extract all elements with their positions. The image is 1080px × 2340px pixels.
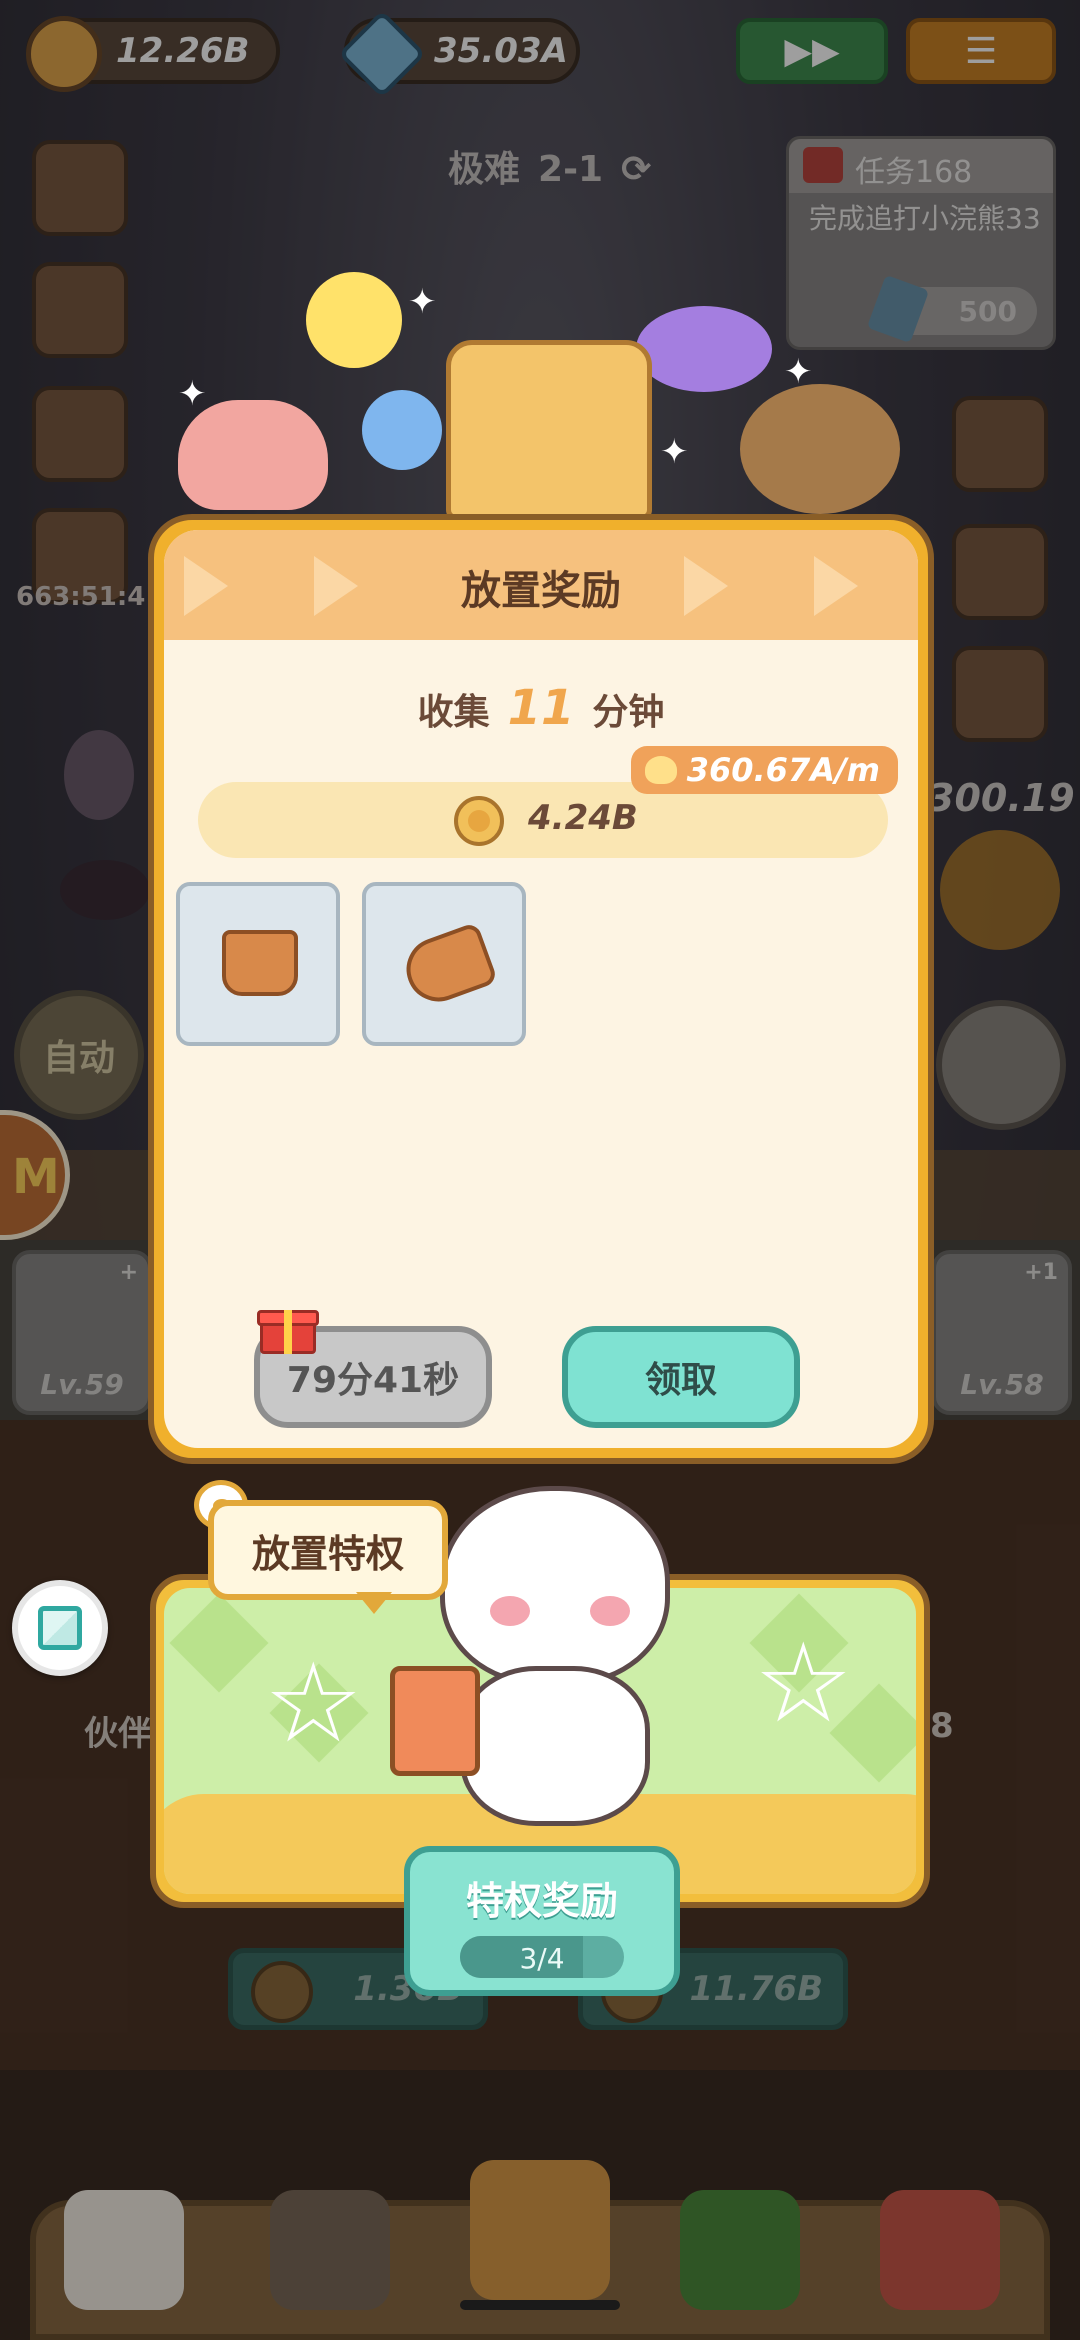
- rate-value: 360.67A/m: [686, 751, 880, 789]
- sparkle-icon: ✦: [784, 352, 813, 392]
- privilege-tag-label: 放置特权: [251, 1531, 404, 1576]
- ufo-critter: [636, 306, 772, 392]
- star-icon: ☆: [264, 1639, 363, 1767]
- star-icon: ☆: [754, 1619, 853, 1747]
- cat-cheek: [590, 1596, 630, 1626]
- sparkle-icon: ✦: [178, 374, 207, 414]
- gift-icon: [257, 1300, 319, 1354]
- tag-tail: [356, 1592, 392, 1614]
- floating-cube-button[interactable]: [12, 1580, 108, 1676]
- collect-prefix: 收集: [417, 692, 490, 733]
- treasure-chest-art: [446, 340, 652, 520]
- cat-cheek: [490, 1596, 530, 1626]
- dialog-body: 放置奖励 收集 11 分钟 4.24B 360.67A/m 79分41秒 领取: [164, 530, 918, 1448]
- blue-critter: [362, 390, 442, 470]
- hedgehog-critter: [740, 384, 900, 514]
- privilege-progress-text: 3/4: [519, 1942, 565, 1975]
- boots-icon: [397, 921, 499, 1011]
- privilege-progress-bar: 3/4: [460, 1936, 624, 1978]
- privilege-reward-button[interactable]: 特权奖励 3/4: [404, 1846, 680, 1996]
- reward-item-boots[interactable]: [362, 882, 526, 1046]
- coin-icon: [454, 796, 504, 846]
- claim-button[interactable]: 领取: [562, 1326, 800, 1428]
- cat-head: [440, 1486, 670, 1686]
- bee-critter: [306, 272, 402, 368]
- collect-duration: 收集 11 分钟: [164, 680, 918, 736]
- cat-body: [460, 1666, 650, 1826]
- collect-minutes: 11: [507, 680, 575, 736]
- sparkle-icon: ✦: [660, 432, 689, 472]
- coin-stack-icon: [644, 756, 677, 784]
- reward-item-armor[interactable]: [176, 882, 340, 1046]
- crab-critter: [178, 400, 328, 510]
- claim-button-label: 领取: [644, 1360, 717, 1401]
- idle-reward-dialog: 放置奖励 收集 11 分钟 4.24B 360.67A/m 79分41秒 领取: [148, 514, 934, 1464]
- cube-icon: [38, 1606, 82, 1650]
- sparkle-icon: ✦: [408, 282, 437, 322]
- dialog-title: 放置奖励: [461, 568, 621, 614]
- rate-badge: 360.67A/m: [630, 746, 898, 794]
- earned-value: 4.24B: [528, 798, 638, 838]
- timer-button-label: 79分41秒: [286, 1360, 460, 1401]
- privilege-tag: 放置特权: [208, 1500, 448, 1600]
- opened-box: [390, 1666, 480, 1776]
- armor-icon: [222, 930, 298, 996]
- dialog-header: 放置奖励: [164, 530, 918, 640]
- privilege-reward-label: 特权奖励: [465, 1879, 618, 1923]
- collect-suffix: 分钟: [592, 692, 665, 733]
